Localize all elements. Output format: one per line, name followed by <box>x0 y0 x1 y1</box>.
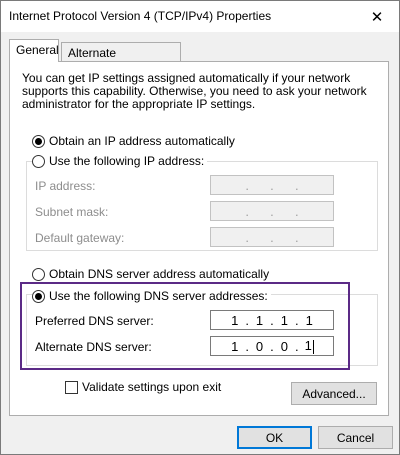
advanced-button[interactable]: Advanced... <box>291 382 377 405</box>
general-tab-panel: You can get IP settings assigned automat… <box>9 61 389 416</box>
validate-settings-label: Validate settings upon exit <box>82 380 222 394</box>
preferred-dns-input[interactable]: 1. 1. 1. 1 <box>210 310 334 330</box>
title-bar: Internet Protocol Version 4 (TCP/IPv4) P… <box>1 1 399 32</box>
cancel-button[interactable]: Cancel <box>318 426 393 449</box>
window-title: Internet Protocol Version 4 (TCP/IPv4) P… <box>9 9 272 23</box>
radio-indicator <box>32 134 45 148</box>
info-text: You can get IP settings assigned automat… <box>22 71 367 111</box>
obtain-dns-auto-label: Obtain DNS server address automatically <box>49 267 270 281</box>
checkbox-indicator <box>65 380 78 394</box>
tab-general[interactable]: General <box>9 39 59 62</box>
radio-indicator <box>32 154 45 168</box>
tab-alternate-configuration[interactable]: Alternate Configuration <box>61 42 181 74</box>
use-following-ip-label: Use the following IP address: <box>49 154 205 168</box>
default-gateway-label: Default gateway: <box>35 231 125 245</box>
use-following-dns-label: Use the following DNS server addresses: <box>49 289 268 303</box>
close-button[interactable]: ✕ <box>355 1 399 32</box>
dialog-window: Internet Protocol Version 4 (TCP/IPv4) P… <box>0 0 400 455</box>
radio-indicator <box>32 267 45 281</box>
validate-settings-checkbox[interactable]: Validate settings upon exit <box>65 380 221 394</box>
obtain-ip-auto-label: Obtain an IP address automatically <box>49 134 235 148</box>
ip-address-label: IP address: <box>35 179 96 193</box>
text-cursor <box>312 339 314 354</box>
ip-address-input: . . . <box>210 175 334 195</box>
obtain-dns-auto-radio[interactable]: Obtain DNS server address automatically <box>32 267 269 281</box>
radio-indicator <box>32 289 45 303</box>
use-following-ip-radio[interactable]: Use the following IP address: <box>32 154 208 168</box>
preferred-dns-label: Preferred DNS server: <box>35 314 154 328</box>
use-following-dns-radio[interactable]: Use the following DNS server addresses: <box>32 289 271 303</box>
close-icon: ✕ <box>370 8 384 26</box>
default-gateway-input: . . . <box>210 227 334 247</box>
subnet-mask-label: Subnet mask: <box>35 205 109 219</box>
alternate-dns-input[interactable]: 1. 0. 0. 1 <box>210 336 334 356</box>
ok-button[interactable]: OK <box>237 426 312 449</box>
alternate-dns-label: Alternate DNS server: <box>35 340 152 354</box>
subnet-mask-input: . . . <box>210 201 334 221</box>
obtain-ip-auto-radio[interactable]: Obtain an IP address automatically <box>32 134 235 148</box>
